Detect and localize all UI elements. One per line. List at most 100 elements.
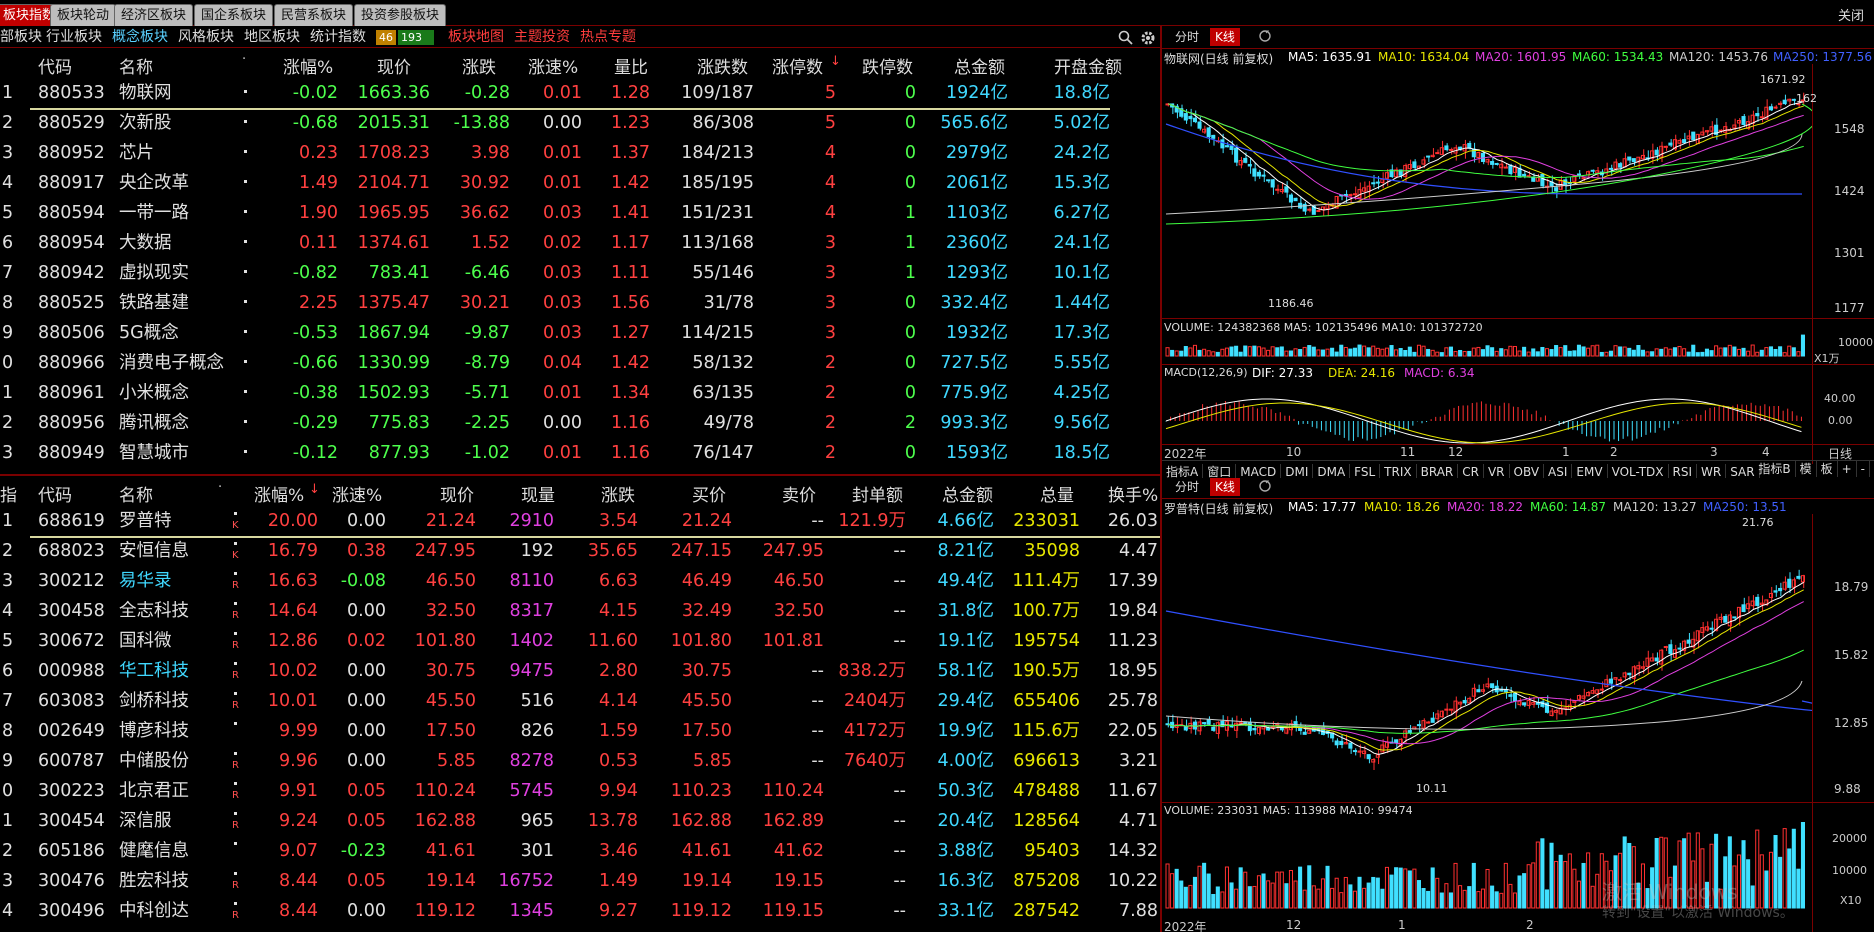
subtab-region[interactable]: 地区板块 (244, 28, 300, 46)
col-header-speed[interactable]: 涨速% (528, 53, 578, 78)
col-header-change-pct[interactable]: 涨幅% (283, 53, 333, 78)
col-header-seal-amount[interactable]: 封单额 (852, 481, 903, 506)
col-header-amount[interactable]: 总金额 (954, 53, 1005, 78)
link-theme-invest[interactable]: 主题投资 (514, 28, 570, 46)
tab-economic-zone[interactable]: 经济区板块 (114, 4, 194, 26)
subtab-industry[interactable]: 行业板块 (46, 28, 102, 46)
col-header-amount[interactable]: 总金额 (942, 481, 993, 506)
subtab-style[interactable]: 风格板块 (178, 28, 234, 46)
sector-table: 代码 名称 涨幅% 现价 涨跌 涨速% 量比 涨跌数 涨停数 跌停数 总金额 开… (0, 48, 1160, 474)
sort-down-icon[interactable]: ↓ (309, 482, 320, 497)
table-row[interactable]: 4 300458 全志科技 14.64 0.00 32.50 8317 4.15 32.49 32… (0, 596, 1160, 626)
tab-kline[interactable]: K线 (1210, 28, 1240, 46)
volume-chart[interactable] (1162, 334, 1812, 364)
table-row[interactable]: 2 880529 次新股 -0.68 2015.31 -13.88 0.00 1.23 86/3… (0, 108, 1160, 138)
table-row[interactable]: 7 603083 剑桥科技 10.01 0.00 45.50 516 4.14 45.50 -- 2… (0, 686, 1160, 716)
volume-bar (1311, 885, 1316, 909)
table-row[interactable]: 3 880952 芯片 0.23 1708.23 3.98 0.01 1.37 184/213 4… (0, 138, 1160, 168)
table-row[interactable]: 0 880966 消费电子概念 -0.66 1330.99 -8.79 0.04 1.42 58… (0, 348, 1160, 378)
col-header-total-vol[interactable]: 总量 (1040, 481, 1074, 506)
subtab-all[interactable]: 部板块 (0, 28, 42, 46)
gear-icon[interactable] (1140, 30, 1156, 46)
table-row[interactable]: 0 300223 北京君正 9.91 0.05 110.24 5745 9.94 110.23 1… (0, 776, 1160, 806)
tab-intraday[interactable]: 分时 (1170, 28, 1204, 46)
col-header-speed[interactable]: 涨速% (332, 481, 382, 506)
table-row[interactable]: 5 300672 国科微 12.86 0.02 101.80 1402 11.60 101.80… (0, 626, 1160, 656)
table-row[interactable]: 7 880942 虚拟现实 -0.82 783.41 -6.46 0.03 1.11 55/14… (0, 258, 1160, 288)
tab-private[interactable]: 民营系板块 (274, 4, 354, 26)
table-row[interactable]: 4 300496 中科创达 8.44 0.00 119.12 1345 9.27 119.12 1… (0, 896, 1160, 926)
tab-kline[interactable]: K线 (1210, 478, 1240, 496)
volume-bar (1581, 346, 1586, 357)
tab-state-owned[interactable]: 国企系板块 (194, 4, 274, 26)
close-button[interactable]: 关闭 (1838, 5, 1864, 24)
refresh-icon[interactable] (1258, 29, 1272, 43)
cell-change: 4.15 (599, 601, 638, 621)
tab-intraday[interactable]: 分时 (1170, 478, 1204, 496)
col-header-turnover[interactable]: 换手% (1108, 481, 1158, 506)
indicator-right-button[interactable]: - (1857, 461, 1870, 477)
table-row[interactable]: 6 000988 华工科技 10.02 0.00 30.75 9475 2.80 30.75 --… (0, 656, 1160, 686)
cell-ask: 41.62 (773, 841, 824, 861)
col-header-price[interactable]: 现价 (377, 53, 411, 78)
table-row[interactable]: 6 880954 大数据 0.11 1374.61 1.52 0.02 1.17 113/168… (0, 228, 1160, 258)
col-header-bid[interactable]: 买价 (692, 481, 726, 506)
kline-chart[interactable] (1162, 516, 1812, 801)
table-row[interactable]: 2 605186 健麾信息 9.07 -0.23 41.61 301 3.46 41.61 41.… (0, 836, 1160, 866)
cell-open-amount: 24.2亿 (1053, 143, 1110, 163)
col-header-ask[interactable]: 卖价 (782, 481, 816, 506)
table-row[interactable]: 1 880961 小米概念 -0.38 1502.93 -5.71 0.01 1.34 63/1… (0, 378, 1160, 408)
col-header-name[interactable]: 名称 (119, 481, 153, 506)
table-row[interactable]: 2 688023 安恒信息 16.79 0.38 247.95 192 35.65 247.15… (0, 536, 1160, 566)
table-row[interactable]: 9 600787 中储股份 9.96 0.00 5.85 8278 0.53 5.85 -- 764… (0, 746, 1160, 776)
col-header-price[interactable]: 现价 (440, 481, 474, 506)
subtab-stat-index[interactable]: 统计指数 (310, 28, 366, 46)
tab-sector-rotation[interactable]: 板块轮动 (50, 4, 117, 26)
cell-turnover: 14.32 (1107, 841, 1158, 861)
table-row[interactable]: 3 880949 智慧城市 -0.12 877.93 -1.02 0.01 1.16 76/14… (0, 438, 1160, 468)
indicator-right-button[interactable]: 模 (1796, 461, 1817, 477)
col-header-change[interactable]: 涨跌 (601, 481, 635, 506)
tab-investment[interactable]: 投资参股板块 (354, 4, 447, 26)
table-row[interactable]: 9 880506 5G概念 -0.53 1867.94 -9.87 0.03 1.27 114/… (0, 318, 1160, 348)
table-row[interactable]: 8 002649 博彦科技 9.99 0.00 17.50 826 1.59 17.50 -- 41… (0, 716, 1160, 746)
cell-name: 央企改革 (119, 173, 189, 193)
indicator-right-button[interactable]: + (1838, 461, 1857, 477)
table-row[interactable]: 3 300212 易华录 16.63 -0.08 46.50 8110 6.63 46.49 46… (0, 566, 1160, 596)
table-row[interactable]: 4 880917 央企改革 1.49 2104.71 30.92 0.01 1.42 185/1… (0, 168, 1160, 198)
table-row[interactable]: 3 300476 胜宏科技 8.44 0.05 19.14 16752 1.49 19.14 19… (0, 866, 1160, 896)
col-header-code[interactable]: 代码 (38, 481, 72, 506)
col-header-open-amount[interactable]: 开盘金额 (1054, 53, 1122, 78)
col-header-limit-down[interactable]: 跌停数 (862, 53, 913, 78)
table-row[interactable]: 5 880594 一带一路 1.90 1965.95 36.62 0.03 1.41 151/2… (0, 198, 1160, 228)
candle-body (1421, 159, 1426, 165)
col-header-code[interactable]: 代码 (38, 53, 72, 78)
table-row[interactable]: 1 880533 物联网 -0.02 1663.36 -0.28 0.01 1.28 109/1… (0, 78, 1160, 108)
kline-chart[interactable] (1162, 64, 1812, 344)
col-header-change-pct[interactable]: 涨幅% (254, 481, 304, 506)
link-hot-topics[interactable]: 热点专题 (580, 28, 636, 46)
candle-body (1686, 639, 1691, 644)
col-header-name[interactable]: 名称 (119, 53, 153, 78)
table-row[interactable]: 1 300454 深信服 9.24 0.05 162.88 965 13.78 162.88 16… (0, 806, 1160, 836)
col-header-limit-up[interactable]: 涨停数 (772, 53, 823, 78)
col-header-change[interactable]: 涨跌 (462, 53, 496, 78)
search-icon[interactable] (1118, 30, 1134, 46)
indicator-right-button[interactable]: 指标B (1754, 461, 1796, 477)
col-header-volume-now[interactable]: 现量 (521, 481, 555, 506)
cell-vol-ratio: 1.27 (611, 323, 650, 343)
col-header-up-down[interactable]: 涨跌数 (697, 53, 748, 78)
candle-body (1581, 177, 1586, 180)
indicator-right-button[interactable]: 板 (1817, 461, 1838, 477)
subtab-concept[interactable]: 概念板块 (112, 28, 168, 46)
col-header-vol-ratio[interactable]: 量比 (614, 53, 648, 78)
sort-down-icon[interactable]: ↓ (830, 54, 841, 69)
candle-body (1284, 728, 1289, 734)
table-row[interactable]: 1 688619 罗普特 20.00 0.00 21.24 2910 3.54 21.24 -- 1… (0, 506, 1160, 536)
cell-limit-up: 2 (824, 413, 836, 433)
refresh-icon[interactable] (1258, 479, 1272, 493)
link-sector-map[interactable]: 板块地图 (448, 28, 504, 46)
table-row[interactable]: 2 880956 腾讯概念 -0.29 775.83 -2.25 0.00 1.16 49/78… (0, 408, 1160, 438)
volume-bar (1275, 347, 1280, 357)
table-row[interactable]: 8 880525 铁路基建 2.25 1375.47 30.21 0.03 1.56 31/78… (0, 288, 1160, 318)
